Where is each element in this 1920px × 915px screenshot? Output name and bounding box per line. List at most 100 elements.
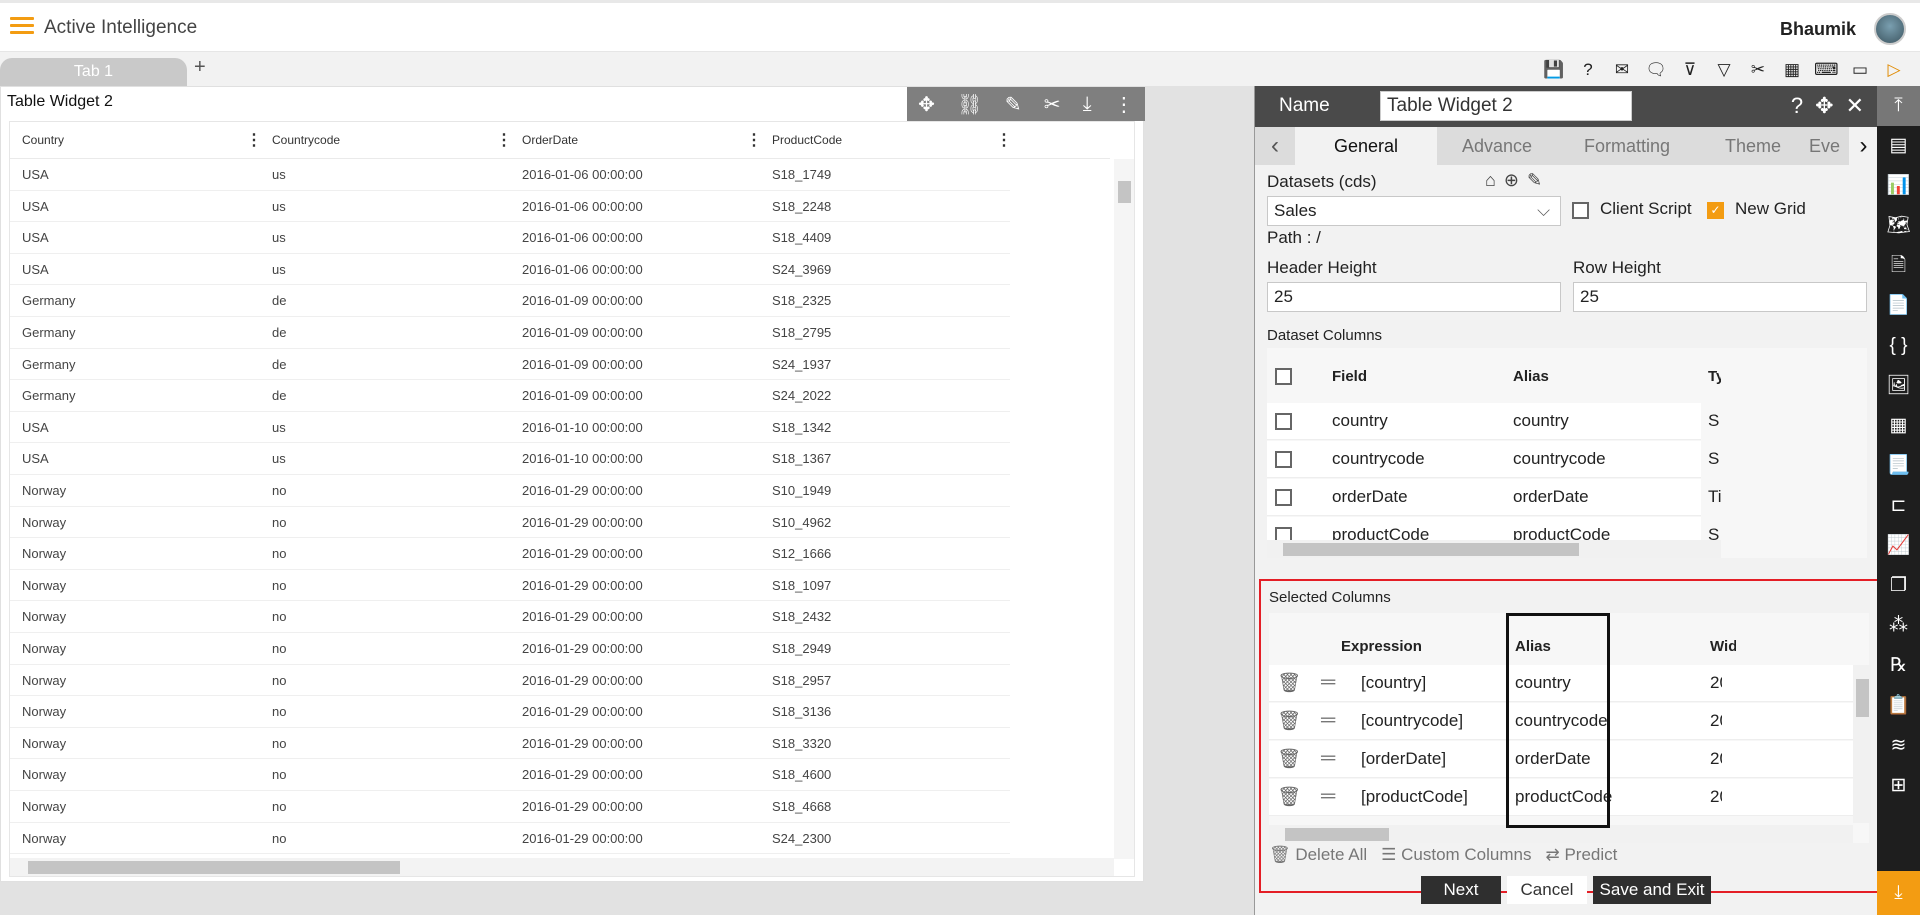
column-header-country[interactable]: Country — [22, 122, 64, 159]
save-icon[interactable]: 💾 — [1542, 58, 1566, 82]
table-row[interactable]: Germany de 2016-01-09 00:00:00 S18_2795 — [10, 317, 1010, 349]
select-all-checkbox[interactable] — [1275, 368, 1292, 385]
table-row[interactable]: Germany de 2016-01-09 00:00:00 S24_2022 — [10, 380, 1010, 412]
column-menu-icon[interactable]: ⋮ — [746, 122, 762, 159]
scroll-thumb[interactable] — [28, 861, 400, 874]
trash-icon[interactable]: 🗑 — [1277, 671, 1301, 695]
scroll-bottom-icon[interactable]: ⤓ — [1877, 871, 1920, 915]
dataset-select[interactable]: Sales ⌵ — [1267, 196, 1561, 226]
name-input[interactable] — [1380, 91, 1632, 121]
drag-handle-icon[interactable]: ═ — [1321, 785, 1335, 808]
filter-icon[interactable]: ▽ — [1712, 58, 1736, 82]
help-icon[interactable]: ? — [1576, 58, 1600, 82]
table-row[interactable]: Norway no 2016-01-29 00:00:00 S18_1097 — [10, 570, 1010, 602]
vertical-scrollbar[interactable] — [1853, 665, 1871, 823]
tree-icon[interactable]: ⊏ — [1877, 486, 1920, 526]
embed-icon[interactable]: ⌨ — [1814, 58, 1839, 82]
trash-icon[interactable]: 🗑 — [1277, 709, 1301, 733]
horizontal-scrollbar[interactable] — [10, 858, 1114, 876]
column-menu-icon[interactable]: ⋮ — [996, 122, 1012, 159]
notes-icon[interactable]: 📋 — [1877, 686, 1920, 726]
more-icon[interactable]: ⋮ — [1114, 92, 1134, 117]
table-row[interactable]: Norway no 2016-01-29 00:00:00 S18_3136 — [10, 696, 1010, 728]
row-checkbox[interactable] — [1275, 489, 1292, 506]
column-menu-icon[interactable]: ⋮ — [496, 122, 512, 159]
copy-icon[interactable]: ❐ — [1877, 566, 1920, 606]
next-button[interactable]: Next — [1421, 876, 1501, 904]
move-icon[interactable]: ✥ — [918, 92, 935, 117]
document-icon[interactable]: 🗎 — [1877, 246, 1920, 286]
comment-icon[interactable]: 🗨 — [1644, 58, 1668, 82]
tab-events[interactable]: Eve — [1809, 127, 1849, 165]
table-row[interactable]: Germany de 2016-01-09 00:00:00 S24_1937 — [10, 349, 1010, 381]
table-row[interactable]: USA us 2016-01-10 00:00:00 S18_1367 — [10, 443, 1010, 475]
tab-formatting[interactable]: Formatting — [1557, 127, 1697, 165]
delete-all-button[interactable]: 🗑 Delete All — [1269, 845, 1367, 865]
expression-cell[interactable]: [country] — [1361, 673, 1426, 693]
tab-advance[interactable]: Advance — [1437, 127, 1557, 165]
header-height-input[interactable]: 25 — [1267, 282, 1561, 312]
link-icon[interactable]: ⛓ — [957, 92, 982, 117]
tabs-prev-icon[interactable]: ‹ — [1255, 127, 1295, 165]
devices-icon[interactable]: ▭ — [1848, 58, 1872, 82]
cancel-button[interactable]: Cancel — [1507, 876, 1587, 904]
row-checkbox[interactable] — [1275, 451, 1292, 468]
table-row[interactable]: Norway no 2016-01-29 00:00:00 S18_2949 — [10, 633, 1010, 665]
tools-icon[interactable]: ✂ — [1044, 92, 1061, 117]
width-cell[interactable]: 20 — [1710, 749, 1722, 769]
column-menu-icon[interactable]: ⋮ — [246, 122, 262, 159]
edit-dataset-icon[interactable]: ✎ — [1527, 170, 1550, 190]
expression-cell[interactable]: [countrycode] — [1361, 711, 1463, 731]
row-checkbox[interactable] — [1275, 413, 1292, 430]
add-widget-icon[interactable]: ⊞ — [1877, 766, 1920, 806]
move-icon[interactable]: ✥ — [1815, 93, 1833, 119]
rx-icon[interactable]: ℞ — [1877, 646, 1920, 686]
predict-button[interactable]: ⇄ Predict — [1545, 845, 1617, 865]
drag-handle-icon[interactable]: ═ — [1321, 671, 1335, 694]
avatar[interactable] — [1874, 13, 1906, 45]
table-row[interactable]: USA us 2016-01-06 00:00:00 S18_2248 — [10, 191, 1010, 223]
tab-general[interactable]: General — [1295, 127, 1437, 165]
home-icon[interactable]: ⌂ — [1485, 170, 1504, 190]
table-row[interactable]: Norway no 2016-01-29 00:00:00 S10_4962 — [10, 507, 1010, 539]
cubes-icon[interactable]: ⁂ — [1877, 606, 1920, 646]
width-cell[interactable]: 20 — [1710, 673, 1722, 693]
mail-icon[interactable]: ✉ — [1610, 58, 1634, 82]
edit-icon[interactable]: ✎ — [1005, 92, 1022, 117]
table-row[interactable]: USA us 2016-01-10 00:00:00 S18_1342 — [10, 412, 1010, 444]
dataset-column-row[interactable]: country country S — [1267, 403, 1719, 440]
clear-filter-icon[interactable]: ⊽ — [1678, 58, 1702, 82]
table-row[interactable]: Norway no 2016-01-29 00:00:00 S24_2300 — [10, 823, 1010, 855]
table-row[interactable]: Norway no 2016-01-29 00:00:00 S12_1666 — [10, 538, 1010, 570]
table-row[interactable]: Norway no 2016-01-29 00:00:00 S18_3320 — [10, 728, 1010, 760]
tab-theme[interactable]: Theme — [1697, 127, 1809, 165]
save-and-exit-button[interactable]: Save and Exit — [1593, 876, 1711, 904]
code-icon[interactable]: { } — [1877, 326, 1920, 366]
table-row[interactable]: Norway no 2016-01-29 00:00:00 S18_2957 — [10, 665, 1010, 697]
user-name[interactable]: Bhaumik — [1780, 19, 1856, 40]
new-grid-checkbox[interactable]: ✓ — [1707, 202, 1724, 219]
image-icon[interactable]: 🖼 — [1877, 366, 1920, 406]
tab-1[interactable]: Tab 1 — [0, 58, 187, 86]
table-row[interactable]: USA us 2016-01-06 00:00:00 S24_3969 — [10, 254, 1010, 286]
client-script-checkbox[interactable] — [1572, 202, 1589, 219]
column-header-productcode[interactable]: ProductCode — [772, 122, 842, 159]
hamburger-menu-icon[interactable] — [10, 17, 34, 35]
table-row[interactable]: Germany de 2016-01-09 00:00:00 S18_2325 — [10, 285, 1010, 317]
close-icon[interactable]: ✕ — [1846, 93, 1864, 119]
table-row[interactable]: USA us 2016-01-06 00:00:00 S18_4409 — [10, 222, 1010, 254]
layers-icon[interactable]: ≋ — [1877, 726, 1920, 766]
download-icon[interactable]: ⤓ — [1083, 93, 1092, 116]
scroll-thumb[interactable] — [1118, 181, 1131, 203]
add-tab-button[interactable]: + — [194, 56, 206, 79]
pivot-icon[interactable]: ▦ — [1877, 406, 1920, 446]
page-icon[interactable]: 📄 — [1877, 286, 1920, 326]
expression-cell[interactable]: [orderDate] — [1361, 749, 1446, 769]
dataset-column-row[interactable]: countrycode countrycode S — [1267, 441, 1719, 478]
tabs-next-icon[interactable]: › — [1849, 127, 1878, 165]
drag-handle-icon[interactable]: ═ — [1321, 709, 1335, 732]
table-row[interactable]: Norway no 2016-01-29 00:00:00 S10_1949 — [10, 475, 1010, 507]
add-dataset-icon[interactable]: ⊕ — [1504, 170, 1527, 190]
table-row[interactable]: Norway no 2016-01-29 00:00:00 S18_2432 — [10, 601, 1010, 633]
table-row[interactable]: Norway no 2016-01-29 00:00:00 S18_4600 — [10, 759, 1010, 791]
